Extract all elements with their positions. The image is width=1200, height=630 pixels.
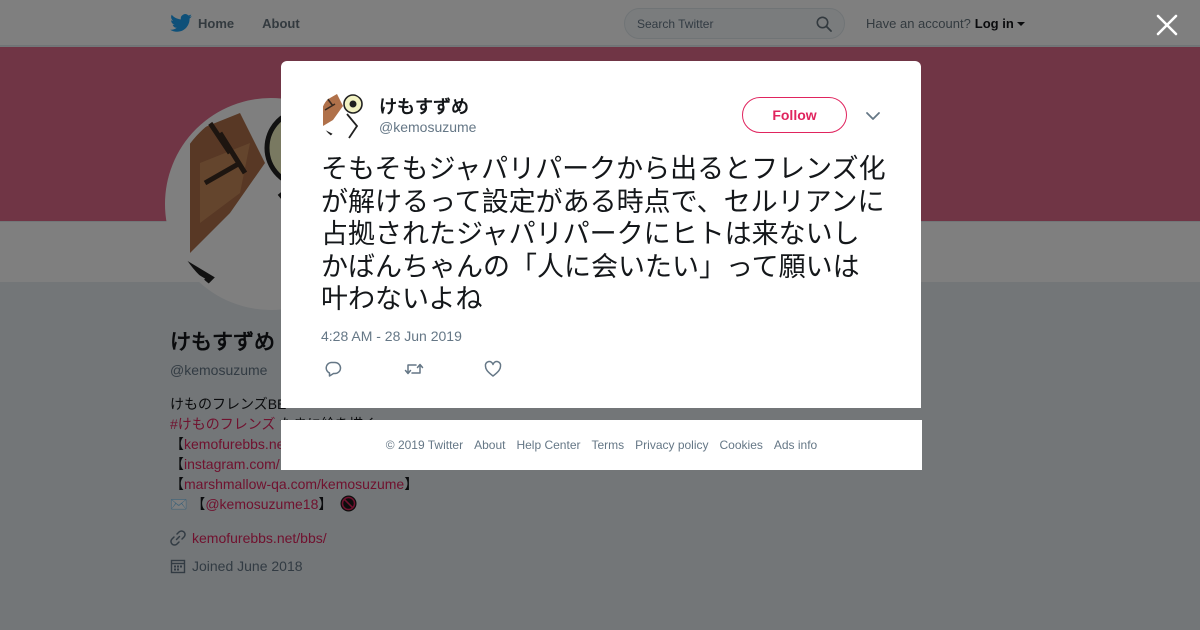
retweet-icon [404, 363, 424, 375]
modal-footer: © 2019 Twitter About Help Center Terms P… [281, 420, 922, 470]
chevron-down-icon[interactable] [865, 108, 881, 124]
footer-copyright: © 2019 Twitter [385, 438, 464, 452]
heart-icon [484, 360, 502, 377]
tweet-author-name[interactable]: けもすずめ [379, 93, 469, 119]
tweet-actions [324, 360, 564, 380]
follow-button[interactable]: Follow [742, 97, 847, 133]
tweet-author-avatar[interactable] [321, 92, 369, 140]
reply-icon [325, 361, 342, 377]
footer-link-help-center[interactable]: Help Center [516, 438, 580, 452]
tweet-modal: けもすずめ @kemosuzume Follow そもそもジャパリパークから出る… [281, 61, 921, 408]
footer-link-terms[interactable]: Terms [591, 438, 624, 452]
tweet-text: そもそもジャパリパークから出るとフレンズ化が解けるって設定がある時点で、セルリア… [321, 154, 886, 315]
footer-link-privacy[interactable]: Privacy policy [635, 438, 708, 452]
reply-button[interactable] [324, 360, 404, 380]
tweet-timestamp[interactable]: 4:28 AM - 28 Jun 2019 [321, 328, 462, 344]
like-button[interactable] [484, 360, 564, 380]
retweet-button[interactable] [404, 360, 484, 380]
footer-link-ads-info[interactable]: Ads info [774, 438, 817, 452]
close-icon[interactable] [1154, 12, 1180, 38]
footer-link-cookies[interactable]: Cookies [720, 438, 763, 452]
tweet-author-handle[interactable]: @kemosuzume [379, 119, 476, 135]
footer-link-about[interactable]: About [474, 438, 505, 452]
avatar-illustration-icon [321, 92, 369, 140]
